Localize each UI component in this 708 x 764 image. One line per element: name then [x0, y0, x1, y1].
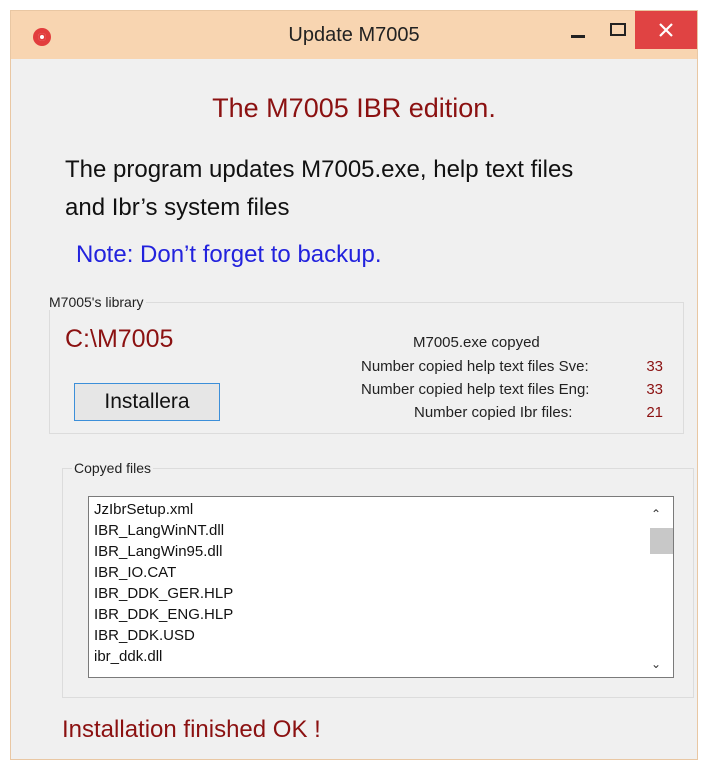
close-icon [659, 23, 673, 37]
copied-files-group-label: Copyed files [72, 460, 154, 476]
library-path: C:\M7005 [65, 325, 174, 353]
description-line-2: and Ibr’s system files [65, 194, 290, 221]
finished-message: Installation finished OK ! [62, 716, 321, 743]
install-button[interactable]: Installera [74, 383, 220, 421]
close-button[interactable] [635, 11, 697, 49]
maximize-icon[interactable] [601, 17, 635, 47]
list-item[interactable]: IBR_DDK_GER.HLP [94, 585, 233, 602]
list-item[interactable]: IBR_DDK_ENG.HLP [94, 606, 233, 623]
title-bar[interactable]: Update M7005 [11, 11, 697, 59]
list-item[interactable]: ibr_ddk.dll [94, 648, 162, 665]
ibr-files-count: 21 [646, 404, 663, 421]
list-item[interactable]: IBR_LangWinNT.dll [94, 522, 224, 539]
list-item[interactable]: JzIbrSetup.xml [94, 501, 193, 518]
scroll-down-icon[interactable]: ⌄ [651, 657, 661, 671]
minimize-icon[interactable] [555, 17, 601, 47]
ibr-files-label: Number copied Ibr files: [414, 404, 573, 421]
description-line-1: The program updates M7005.exe, help text… [65, 156, 574, 183]
list-item[interactable]: IBR_IO.CAT [94, 564, 176, 581]
scroll-up-icon[interactable]: ⌃ [651, 507, 661, 521]
help-sve-label: Number copied help text files Sve: [361, 358, 589, 375]
scrollbar-thumb[interactable] [650, 528, 673, 554]
backup-note: Note: Don’t forget to backup. [76, 241, 382, 268]
list-item[interactable]: IBR_DDK.USD [94, 627, 195, 644]
library-group-label: M7005's library [47, 294, 146, 310]
help-eng-label: Number copied help text files Eng: [361, 381, 590, 398]
help-eng-count: 33 [646, 381, 663, 398]
exe-copied-status: M7005.exe copyed [413, 334, 540, 351]
copied-files-list[interactable]: JzIbrSetup.xml IBR_LangWinNT.dll IBR_Lan… [88, 496, 674, 678]
update-window: Update M7005 The M7005 IBR edition. The … [10, 10, 698, 760]
list-item[interactable]: IBR_LangWin95.dll [94, 543, 222, 560]
edition-heading: The M7005 IBR edition. [212, 93, 496, 123]
description: The program updates M7005.exe, help text… [65, 151, 665, 227]
help-sve-count: 33 [646, 358, 663, 375]
